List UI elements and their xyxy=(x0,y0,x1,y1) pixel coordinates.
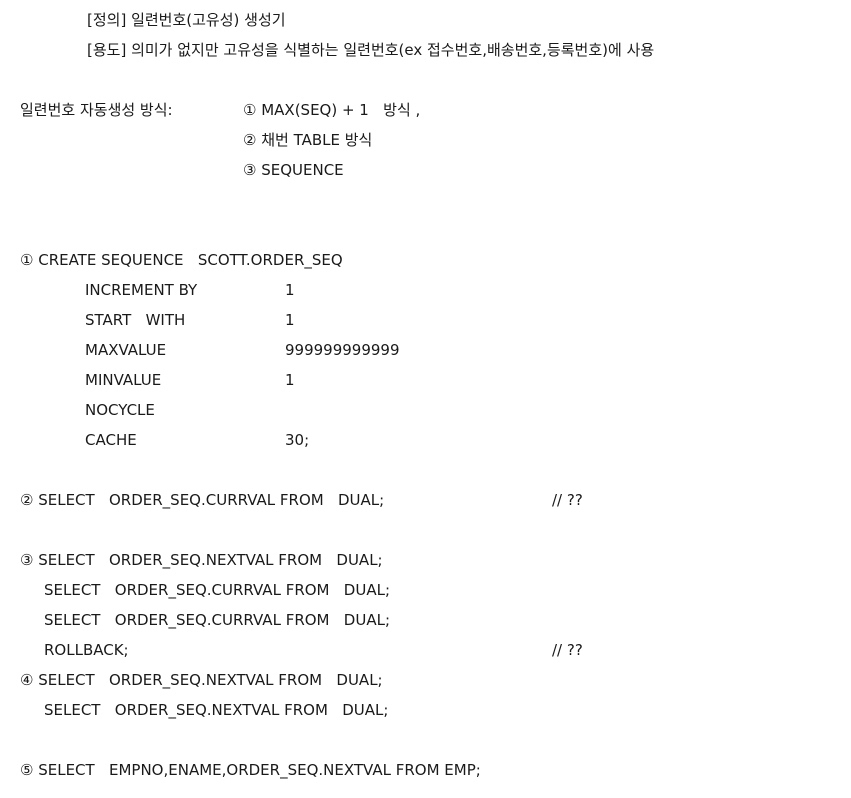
methods-label: 일련번호 자동생성 방식: xyxy=(20,101,173,119)
method-item-sequence: ③ SEQUENCE xyxy=(243,161,344,179)
option-key-nocycle: NOCYCLE xyxy=(85,401,155,419)
option-value-maxvalue: 999999999999 xyxy=(285,341,400,359)
statement-4-select-nextval-2: SELECT ORDER_SEQ.NEXTVAL FROM DUAL; xyxy=(44,701,389,719)
statement-2-select-currval: ② SELECT ORDER_SEQ.CURRVAL FROM DUAL; xyxy=(20,491,385,509)
statement-3-comment: // ?? xyxy=(552,641,583,659)
statement-4-select-nextval-1: ④ SELECT ORDER_SEQ.NEXTVAL FROM DUAL; xyxy=(20,671,383,689)
option-value-cache: 30; xyxy=(285,431,310,449)
statement-3-select-currval-1: SELECT ORDER_SEQ.CURRVAL FROM DUAL; xyxy=(44,581,390,599)
option-key-increment: INCREMENT BY xyxy=(85,281,198,299)
option-key-maxvalue: MAXVALUE xyxy=(85,341,167,359)
option-key-minvalue: MINVALUE xyxy=(85,371,162,389)
method-item-max-seq: ① MAX(SEQ) + 1 방식 , xyxy=(243,101,421,119)
usage-line: [용도] 의미가 없지만 고유성을 식별하는 일련번호(ex 접수번호,배송번호… xyxy=(87,41,655,59)
method-item-table: ② 채번 TABLE 방식 xyxy=(243,131,373,149)
statement-3-select-currval-2: SELECT ORDER_SEQ.CURRVAL FROM DUAL; xyxy=(44,611,390,629)
statement-3-select-nextval: ③ SELECT ORDER_SEQ.NEXTVAL FROM DUAL; xyxy=(20,551,383,569)
option-value-minvalue: 1 xyxy=(285,371,295,389)
create-sequence-header: ① CREATE SEQUENCE SCOTT.ORDER_SEQ xyxy=(20,251,343,269)
statement-2-comment: // ?? xyxy=(552,491,583,509)
statement-5-select-emp: ⑤ SELECT EMPNO,ENAME,ORDER_SEQ.NEXTVAL F… xyxy=(20,761,481,779)
statement-3-rollback: ROLLBACK; xyxy=(44,641,129,659)
option-value-increment: 1 xyxy=(285,281,295,299)
option-key-start: START WITH xyxy=(85,311,186,329)
definition-line: [정의] 일련번호(고유성) 생성기 xyxy=(87,11,286,29)
option-key-cache: CACHE xyxy=(85,431,137,449)
option-value-start: 1 xyxy=(285,311,295,329)
